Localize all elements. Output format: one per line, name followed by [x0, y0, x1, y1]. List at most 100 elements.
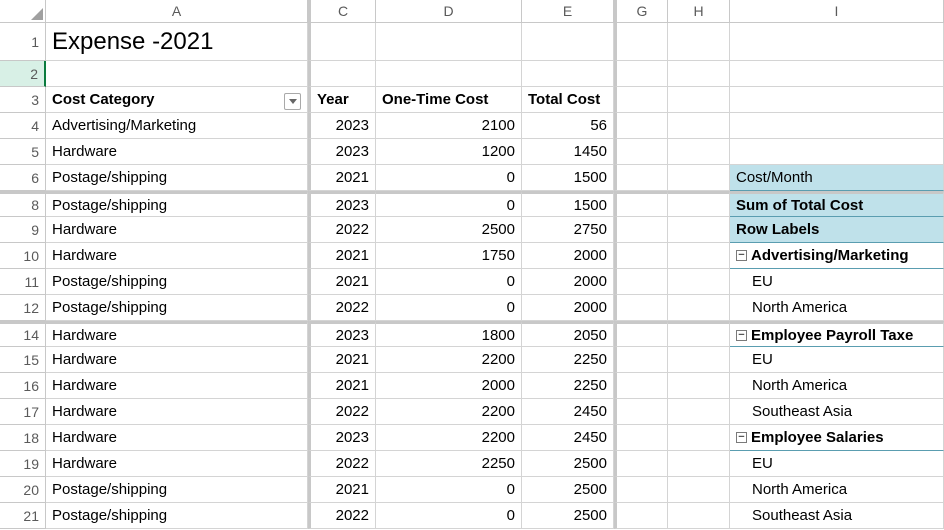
cell-year-16[interactable]: 2021 [308, 373, 376, 399]
cell-year-9[interactable]: 2022 [308, 217, 376, 243]
cell-one-time-9[interactable]: 2500 [376, 217, 522, 243]
cell-D2[interactable] [376, 61, 522, 87]
cell-G9[interactable] [614, 217, 668, 243]
cell-one-time-15[interactable]: 2200 [376, 347, 522, 373]
cell-G14[interactable] [614, 321, 668, 347]
pivot-item-1-2[interactable]: Southeast Asia [730, 399, 944, 425]
header-cost-category[interactable]: Cost Category [46, 87, 308, 113]
cell-year-15[interactable]: 2021 [308, 347, 376, 373]
row-header-5[interactable]: 5 [0, 139, 46, 165]
cell-year-20[interactable]: 2021 [308, 477, 376, 503]
pivot-item-0-0[interactable]: EU [730, 269, 944, 295]
cell-cost-category-15[interactable]: Hardware [46, 347, 308, 373]
cell-cost-category-11[interactable]: Postage/shipping [46, 269, 308, 295]
cell-H20[interactable] [668, 477, 730, 503]
cell-H9[interactable] [668, 217, 730, 243]
pivot-item-2-0[interactable]: EU [730, 451, 944, 477]
pivot-header-head3[interactable]: Row Labels [730, 217, 944, 243]
cell-one-time-6[interactable]: 0 [376, 165, 522, 191]
pivot-group-2[interactable]: −Employee Salaries [730, 425, 944, 451]
pivot-group-0[interactable]: −Advertising/Marketing [730, 243, 944, 269]
row-header-9[interactable]: 9 [0, 217, 46, 243]
cell-one-time-16[interactable]: 2000 [376, 373, 522, 399]
cell-G18[interactable] [614, 425, 668, 451]
cell-year-18[interactable]: 2023 [308, 425, 376, 451]
pivot-header-head1[interactable]: Cost/Month [730, 165, 944, 191]
row-header-17[interactable]: 17 [0, 399, 46, 425]
cell-one-time-17[interactable]: 2200 [376, 399, 522, 425]
cell-C2[interactable] [308, 61, 376, 87]
cell-year-11[interactable]: 2021 [308, 269, 376, 295]
cell-H15[interactable] [668, 347, 730, 373]
row-header-1[interactable]: 1 [0, 23, 46, 61]
cell-G19[interactable] [614, 451, 668, 477]
cell-total-21[interactable]: 2500 [522, 503, 614, 529]
cell-H10[interactable] [668, 243, 730, 269]
col-header-A[interactable]: A [46, 0, 308, 23]
cell-total-9[interactable]: 2750 [522, 217, 614, 243]
cell-G4[interactable] [614, 113, 668, 139]
cell-H6[interactable] [668, 165, 730, 191]
cell-H17[interactable] [668, 399, 730, 425]
cell-G1[interactable] [614, 23, 668, 61]
row-header-14[interactable]: 14 [0, 321, 46, 347]
row-header-3[interactable]: 3 [0, 87, 46, 113]
select-all-corner[interactable] [0, 0, 46, 23]
cell-one-time-11[interactable]: 0 [376, 269, 522, 295]
pivot-item-1-0[interactable]: EU [730, 347, 944, 373]
cell-total-16[interactable]: 2250 [522, 373, 614, 399]
cell-I3[interactable] [730, 87, 944, 113]
row-header-16[interactable]: 16 [0, 373, 46, 399]
cell-total-15[interactable]: 2250 [522, 347, 614, 373]
collapse-icon[interactable]: − [736, 330, 747, 341]
header-total-cost[interactable]: Total Cost [522, 87, 614, 113]
cell-cost-category-18[interactable]: Hardware [46, 425, 308, 451]
cell-H14[interactable] [668, 321, 730, 347]
cell-total-5[interactable]: 1450 [522, 139, 614, 165]
cell-H8[interactable] [668, 191, 730, 217]
cell-total-11[interactable]: 2000 [522, 269, 614, 295]
spreadsheet-grid[interactable]: ACDEGHI1Expense -202123Cost CategoryYear… [0, 0, 944, 529]
col-header-E[interactable]: E [522, 0, 614, 23]
row-header-6[interactable]: 6 [0, 165, 46, 191]
cell-cost-category-16[interactable]: Hardware [46, 373, 308, 399]
cell-year-4[interactable]: 2023 [308, 113, 376, 139]
cell-I4[interactable] [730, 113, 944, 139]
cell-C1[interactable] [308, 23, 376, 61]
cell-G8[interactable] [614, 191, 668, 217]
collapse-icon[interactable]: − [736, 432, 747, 443]
cell-I1[interactable] [730, 23, 944, 61]
cell-G2[interactable] [614, 61, 668, 87]
cell-D1[interactable] [376, 23, 522, 61]
cell-G12[interactable] [614, 295, 668, 321]
cell-cost-category-9[interactable]: Hardware [46, 217, 308, 243]
cell-cost-category-12[interactable]: Postage/shipping [46, 295, 308, 321]
cell-total-12[interactable]: 2000 [522, 295, 614, 321]
row-header-8[interactable]: 8 [0, 191, 46, 217]
cell-one-time-4[interactable]: 2100 [376, 113, 522, 139]
cell-cost-category-14[interactable]: Hardware [46, 321, 308, 347]
cell-E1[interactable] [522, 23, 614, 61]
cell-one-time-18[interactable]: 2200 [376, 425, 522, 451]
row-header-10[interactable]: 10 [0, 243, 46, 269]
cell-year-14[interactable]: 2023 [308, 321, 376, 347]
cell-total-19[interactable]: 2500 [522, 451, 614, 477]
cell-H4[interactable] [668, 113, 730, 139]
cell-I5[interactable] [730, 139, 944, 165]
header-year[interactable]: Year [308, 87, 376, 113]
cell-H5[interactable] [668, 139, 730, 165]
col-header-G[interactable]: G [614, 0, 668, 23]
cell-year-19[interactable]: 2022 [308, 451, 376, 477]
cell-H21[interactable] [668, 503, 730, 529]
cell-H18[interactable] [668, 425, 730, 451]
pivot-item-2-2[interactable]: Southeast Asia [730, 503, 944, 529]
col-header-D[interactable]: D [376, 0, 522, 23]
cell-G17[interactable] [614, 399, 668, 425]
cell-H19[interactable] [668, 451, 730, 477]
cell-cost-category-20[interactable]: Postage/shipping [46, 477, 308, 503]
row-header-20[interactable]: 20 [0, 477, 46, 503]
cell-year-17[interactable]: 2022 [308, 399, 376, 425]
header-one-time-cost[interactable]: One-Time Cost [376, 87, 522, 113]
row-header-15[interactable]: 15 [0, 347, 46, 373]
row-header-21[interactable]: 21 [0, 503, 46, 529]
